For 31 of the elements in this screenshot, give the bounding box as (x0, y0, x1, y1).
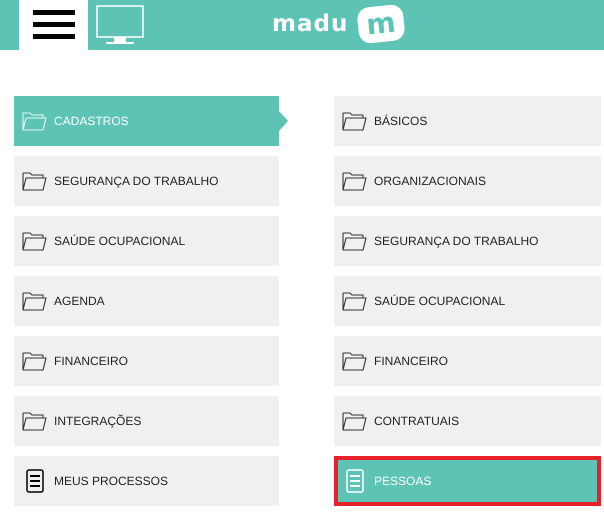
menu-item[interactable]: CONTRATUAIS (334, 396, 601, 446)
logo-text: madu (272, 12, 348, 36)
folder-icon (22, 171, 47, 191)
folder-icon (22, 351, 47, 371)
folder-icon (342, 291, 367, 311)
menu-button[interactable] (19, 0, 88, 50)
logo-badge: m (356, 4, 406, 44)
menu-item[interactable]: INTEGRAÇÕES (14, 396, 279, 446)
menu-item[interactable]: BÁSICOS (334, 96, 601, 146)
menu-item[interactable]: SEGURANÇA DO TRABALHO (334, 216, 601, 266)
monitor-icon (96, 5, 144, 45)
menu-item[interactable]: FINANCEIRO (14, 336, 279, 386)
menu-item[interactable]: AGENDA (14, 276, 279, 326)
folder-icon (22, 411, 47, 431)
menu-item[interactable]: SAÚDE OCUPACIONAL (334, 276, 601, 326)
folder-icon (342, 411, 367, 431)
folder-icon (342, 111, 367, 131)
menu-item[interactable]: MEUS PROCESSOS (14, 456, 279, 506)
menu-item[interactable]: ORGANIZACIONAIS (334, 156, 601, 206)
folder-icon (22, 291, 47, 311)
document-icon (346, 469, 364, 493)
folder-icon (22, 231, 47, 251)
menu-item[interactable]: SAÚDE OCUPACIONAL (14, 216, 279, 266)
document-icon (26, 469, 44, 493)
menu-icon (32, 8, 74, 42)
folder-icon (22, 111, 47, 131)
menu-item[interactable]: SEGURANÇA DO TRABALHO (14, 156, 279, 206)
folder-icon (342, 351, 367, 371)
folder-icon (342, 171, 367, 191)
menu-item[interactable]: FINANCEIRO (334, 336, 601, 386)
folder-icon (342, 231, 367, 251)
